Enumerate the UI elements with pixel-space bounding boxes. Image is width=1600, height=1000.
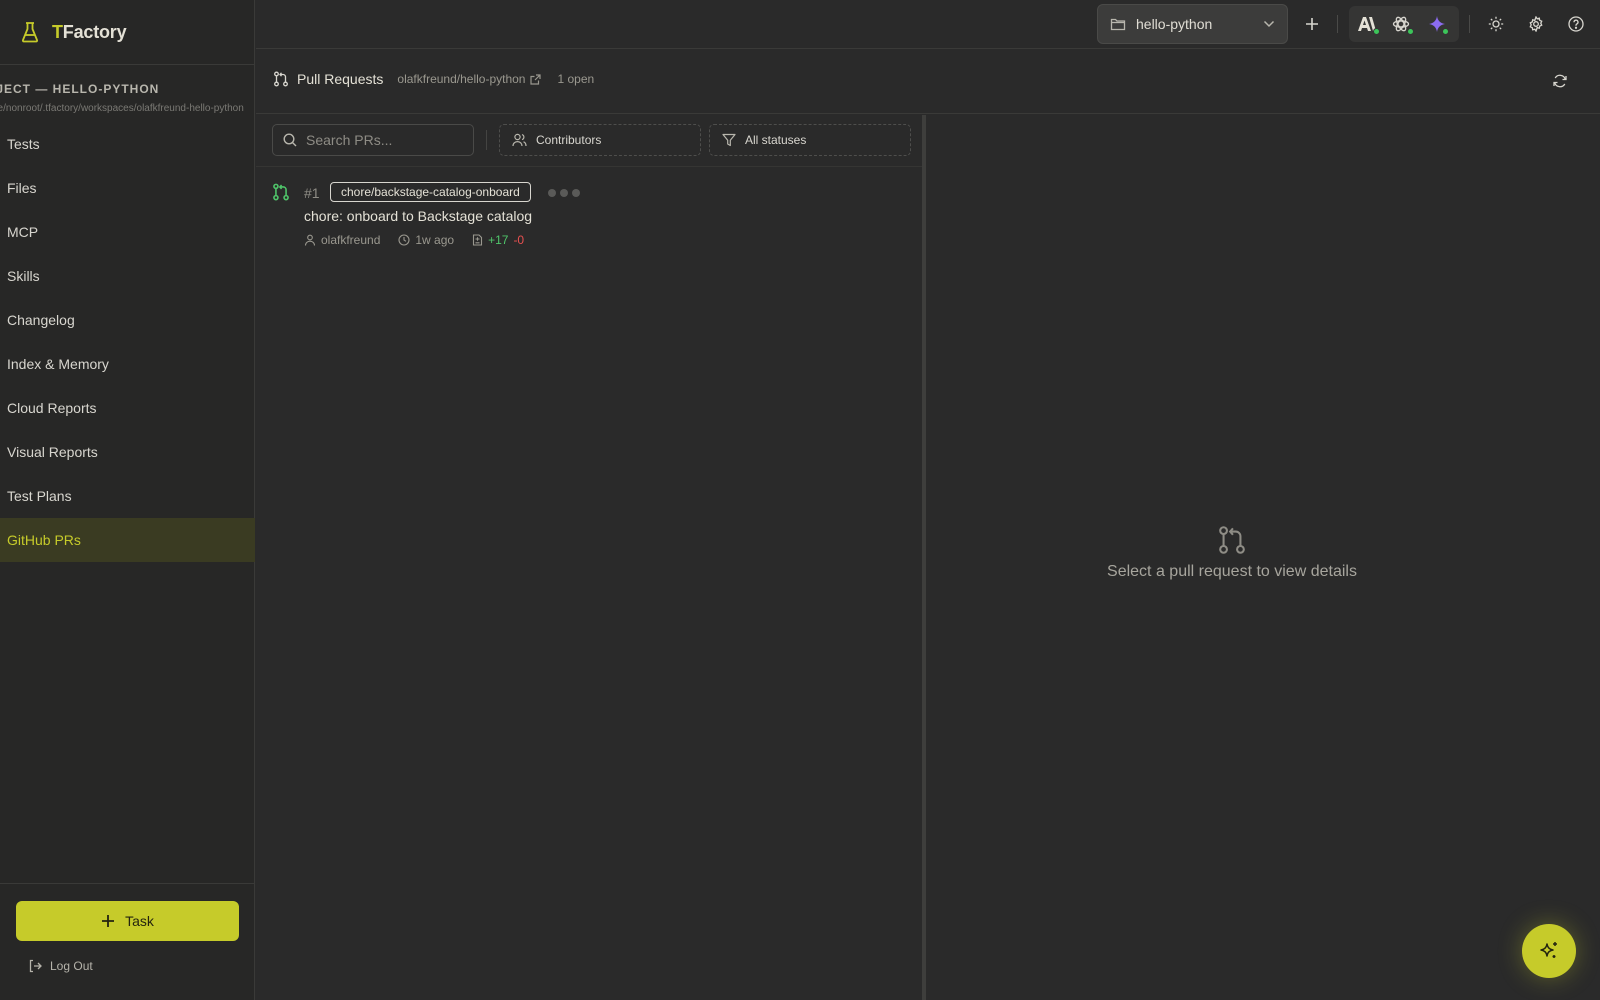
ai-assistant-button[interactable] (1522, 924, 1576, 978)
chevron-down-icon (1263, 20, 1275, 28)
sidebar-item-changelog[interactable]: Changelog (0, 298, 255, 342)
pr-list-pane: Contributors All statuses #1 chore/backs… (256, 115, 926, 1000)
sidebar-item-cloud-reports[interactable]: Cloud Reports (0, 386, 255, 430)
additions-count: +17 (488, 233, 509, 247)
search-input[interactable] (306, 132, 456, 148)
sidebar-item-github-prs[interactable]: GitHub PRs (0, 518, 255, 562)
sparkles-icon (1538, 940, 1560, 962)
refresh-icon (1552, 73, 1568, 89)
help-button[interactable] (1562, 10, 1590, 38)
anthropic-button[interactable] (1353, 10, 1381, 38)
pr-author: olafkfreund (321, 233, 381, 247)
plus-icon (1305, 17, 1319, 31)
sidebar: TFactory OJECT — HELLO-PYTHON ne/nonroot… (0, 0, 255, 1000)
project-select[interactable]: hello-python (1097, 4, 1288, 44)
logout-icon (28, 959, 42, 973)
logout-link[interactable]: Log Out (28, 959, 93, 973)
search-box[interactable] (272, 124, 474, 156)
project-path: ne/nonroot/.tfactory/workspaces/olafkfre… (0, 103, 244, 114)
top-bar: hello-python (256, 0, 1600, 49)
loading-dot (572, 189, 580, 197)
status-dot (1373, 28, 1380, 35)
pr-time: 1w ago (415, 233, 455, 247)
search-icon (283, 133, 297, 147)
users-icon (512, 133, 527, 147)
pr-title: chore: onboard to Backstage catalog (304, 208, 533, 224)
pull-request-icon (930, 525, 1534, 555)
theme-toggle-button[interactable] (1482, 10, 1510, 38)
repo-link[interactable]: olafkfreund/hello-python (397, 72, 542, 86)
pr-header: Pull Requests olafkfreund/hello-python 1… (256, 49, 1600, 114)
gemini-button[interactable] (1423, 10, 1451, 38)
filter-bar: Contributors All statuses (256, 115, 922, 167)
pr-title-row: Pull Requests olafkfreund/hello-python 1… (273, 71, 594, 87)
brand-name: TFactory (52, 21, 127, 42)
status-dot (1407, 28, 1414, 35)
loading-dot (560, 189, 568, 197)
branch-badge: chore/backstage-catalog-onboard (330, 182, 531, 202)
divider (1337, 15, 1338, 33)
status-filter-dropdown[interactable]: All statuses (709, 124, 911, 156)
status-dot (1442, 28, 1449, 35)
page-title: Pull Requests (297, 71, 384, 87)
pull-request-icon (273, 71, 289, 87)
clock-icon (398, 234, 410, 246)
settings-button[interactable] (1522, 10, 1550, 38)
divider (486, 130, 487, 150)
loading-dot (548, 189, 556, 197)
user-icon (304, 234, 316, 246)
filter-icon (722, 133, 736, 147)
sidebar-item-files[interactable]: Files (0, 166, 255, 210)
sidebar-footer: Task Log Out (0, 883, 255, 1000)
help-icon (1568, 16, 1584, 32)
empty-state-message: Select a pull request to view details (1107, 563, 1357, 580)
empty-state: Select a pull request to view details (930, 525, 1534, 581)
open-count: 1 open (557, 72, 595, 86)
loading-indicator (548, 189, 580, 197)
folder-icon (1110, 17, 1126, 31)
add-project-button[interactable] (1298, 10, 1326, 38)
sidebar-item-index-memory[interactable]: Index & Memory (0, 342, 255, 386)
sidebar-item-mcp[interactable]: MCP (0, 210, 255, 254)
pull-request-open-icon (272, 183, 290, 201)
brand[interactable]: TFactory (0, 0, 255, 65)
deletions-count: -0 (513, 233, 525, 247)
sidebar-item-tests[interactable]: Tests (0, 122, 255, 166)
new-task-button[interactable]: Task (16, 901, 239, 941)
sidebar-item-visual-reports[interactable]: Visual Reports (0, 430, 255, 474)
project-title: OJECT — HELLO-PYTHON (0, 82, 160, 96)
sidebar-item-test-plans[interactable]: Test Plans (0, 474, 255, 518)
pr-list-item[interactable]: #1 chore/backstage-catalog-onboard chore… (256, 177, 922, 257)
sidebar-item-skills[interactable]: Skills (0, 254, 255, 298)
contributors-dropdown[interactable]: Contributors (499, 124, 701, 156)
external-link-icon (530, 73, 542, 85)
divider (1469, 15, 1470, 33)
flask-icon (20, 21, 40, 43)
ai-provider-group (1349, 6, 1459, 42)
openai-button[interactable] (1387, 10, 1415, 38)
pr-number: #1 (304, 185, 320, 201)
sun-icon (1488, 16, 1504, 32)
sidebar-nav: Tests Files MCP Skills Changelog Index &… (0, 122, 255, 562)
plus-icon (101, 914, 115, 928)
pr-detail-pane: Select a pull request to view details (930, 115, 1600, 1000)
gear-icon (1528, 16, 1544, 32)
refresh-button[interactable] (1546, 67, 1574, 95)
pr-meta: olafkfreund 1w ago +17 -0 (304, 233, 524, 247)
file-diff-icon (472, 234, 483, 246)
